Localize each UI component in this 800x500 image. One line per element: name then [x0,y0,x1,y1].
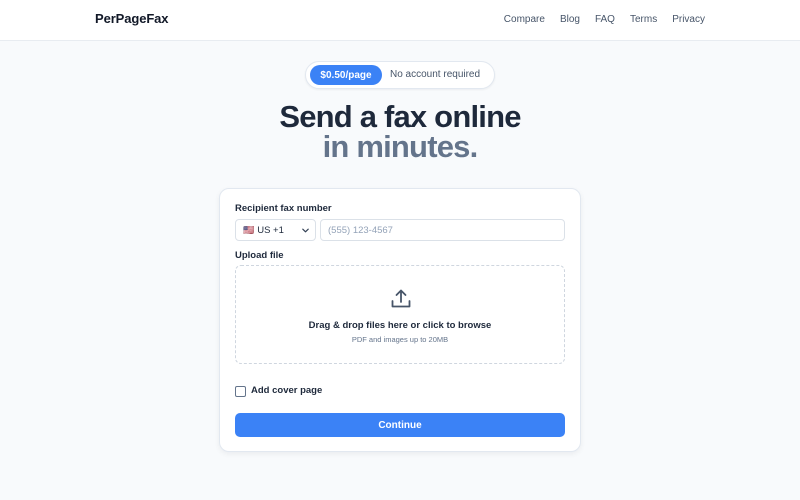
fax-number-input[interactable] [320,219,565,241]
nav-link-compare[interactable]: Compare [504,14,545,25]
chevron-down-icon [302,228,309,233]
nav-link-privacy[interactable]: Privacy [672,14,705,25]
country-code-value: US +1 [257,224,284,236]
file-dropzone[interactable]: Drag & drop files here or click to brows… [235,265,565,364]
site-logo[interactable]: PerPageFax [95,11,169,26]
us-flag-icon: 🇺🇸 [243,224,255,235]
pricing-pill: $0.50/page No account required [305,61,495,89]
nav-link-blog[interactable]: Blog [560,14,580,25]
no-account-text: No account required [390,69,481,80]
cover-page-label[interactable]: Add cover page [251,385,322,396]
nav-link-faq[interactable]: FAQ [595,14,615,25]
country-code-select[interactable]: 🇺🇸 US +1 [235,219,316,241]
top-navigation-bar: PerPageFax Compare Blog FAQ Terms Privac… [0,0,800,41]
main-nav: Compare Blog FAQ Terms Privacy [489,14,705,25]
dropzone-title: Drag & drop files here or click to brows… [308,320,492,331]
continue-button[interactable]: Continue [235,413,565,437]
price-badge: $0.50/page [310,65,382,85]
cover-page-checkbox[interactable] [235,386,246,397]
fax-form-card: Recipient fax number 🇺🇸 US +1 Upload fil… [219,188,581,452]
dropzone-hint: PDF and images up to 20MB [351,335,449,344]
upload-label: Upload file [235,250,284,261]
hero-subtitle: in minutes. [322,129,479,164]
recipient-label: Recipient fax number [235,203,332,214]
nav-link-terms[interactable]: Terms [630,14,657,25]
upload-icon [391,289,411,308]
